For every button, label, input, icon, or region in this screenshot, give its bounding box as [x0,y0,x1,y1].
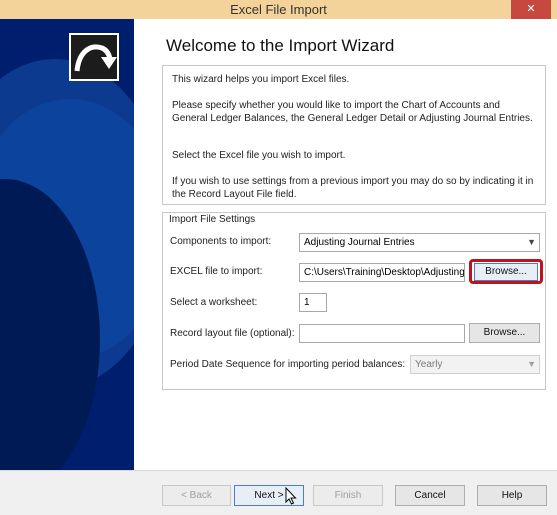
wizard-side-panel [0,19,134,470]
page-title: Welcome to the Import Wizard [166,36,395,55]
browse-highlight-annotation [469,259,543,284]
intro-line: Select the Excel file you wish to import… [172,150,346,161]
intro-line: Please specify whether you would like to… [172,100,533,124]
period-sequence-value: Yearly [415,359,443,370]
period-sequence-label: Period Date Sequence for importing perio… [170,359,406,370]
back-button[interactable]: < Back [162,485,231,506]
help-button[interactable]: Help [477,485,547,506]
chevron-down-icon: ▼ [527,359,536,369]
excel-file-label: EXCEL file to import: [170,266,263,277]
record-layout-input[interactable] [299,324,465,343]
chevron-down-icon: ▼ [527,237,536,247]
close-window-button[interactable]: ✕ [511,0,551,19]
worksheet-label: Select a worksheet: [170,297,258,308]
curved-arrow-icon [69,33,119,81]
cancel-button[interactable]: Cancel [395,485,465,506]
components-select[interactable]: Adjusting Journal Entries ▼ [299,233,540,252]
excel-file-input[interactable]: C:\Users\Training\Desktop\Adjusting [299,263,465,282]
components-select-value: Adjusting Journal Entries [304,237,415,248]
intro-line: This wizard helps you import Excel files… [172,74,350,85]
window-titlebar: Excel File Import ✕ [0,0,557,19]
window-title: Excel File Import [230,2,327,17]
intro-line: If you wish to use settings from a previ… [172,176,534,200]
components-label: Components to import: [170,236,272,247]
intro-text-box: This wizard helps you import Excel files… [162,65,546,205]
period-sequence-select[interactable]: Yearly ▼ [410,355,540,374]
mouse-pointer-icon [285,486,297,508]
layout-browse-button[interactable]: Browse... [469,323,540,343]
import-settings-legend: Import File Settings [168,214,257,225]
worksheet-input[interactable]: 1 [299,293,327,312]
record-layout-label: Record layout file (optional): [170,328,295,339]
finish-button[interactable]: Finish [313,485,383,506]
